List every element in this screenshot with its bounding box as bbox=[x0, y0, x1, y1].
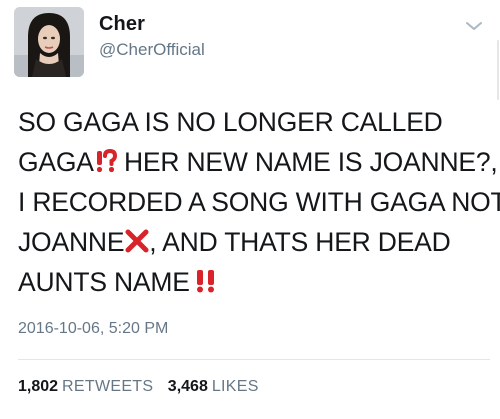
cross-mark-emoji bbox=[125, 224, 149, 264]
retweets-count: 1,802 bbox=[18, 378, 59, 395]
tweet-line-3: I RECORDED A SONG WITH GAGA NOT bbox=[18, 187, 500, 217]
retweets-label: RETWEETS bbox=[62, 378, 154, 395]
tweet-line-1: SO GAGA IS NO LONGER CALLED bbox=[18, 107, 443, 137]
likes-stat[interactable]: 3,468 LIKES bbox=[168, 378, 259, 395]
user-handle[interactable]: @CherOfficial bbox=[99, 40, 205, 60]
likes-count: 3,468 bbox=[167, 378, 208, 395]
likes-label: LIKES bbox=[211, 378, 259, 395]
double-exclamation-emoji bbox=[195, 264, 217, 304]
retweets-stat[interactable]: 1,802 RETWEETS bbox=[18, 378, 153, 395]
tweet-line-5: AUNTS NAME bbox=[18, 262, 488, 302]
chevron-down-icon[interactable] bbox=[463, 18, 485, 34]
divider bbox=[18, 359, 490, 360]
tweet-line-4: JOANNE , AND THATS HER DEAD bbox=[18, 222, 488, 262]
tweet-stats: 1,802 RETWEETS 3,468 LIKES bbox=[18, 378, 269, 396]
avatar[interactable] bbox=[14, 7, 84, 77]
display-name[interactable]: Cher bbox=[99, 13, 145, 36]
tweet-card: Cher @CherOfficial SO GAGA IS NO LONGER … bbox=[0, 0, 500, 419]
tweet-line-2: GAGA HER NEW NAME IS JOANNE?, bbox=[18, 142, 498, 184]
scrollbar[interactable] bbox=[497, 40, 499, 100]
tweet-text: SO GAGA IS NO LONGER CALLED GAGA HER NEW… bbox=[18, 102, 500, 302]
tweet-timestamp[interactable]: 2016-10-06, 5:20 PM bbox=[18, 320, 168, 338]
profile-photo bbox=[14, 7, 84, 77]
interrobang-emoji bbox=[95, 144, 117, 184]
